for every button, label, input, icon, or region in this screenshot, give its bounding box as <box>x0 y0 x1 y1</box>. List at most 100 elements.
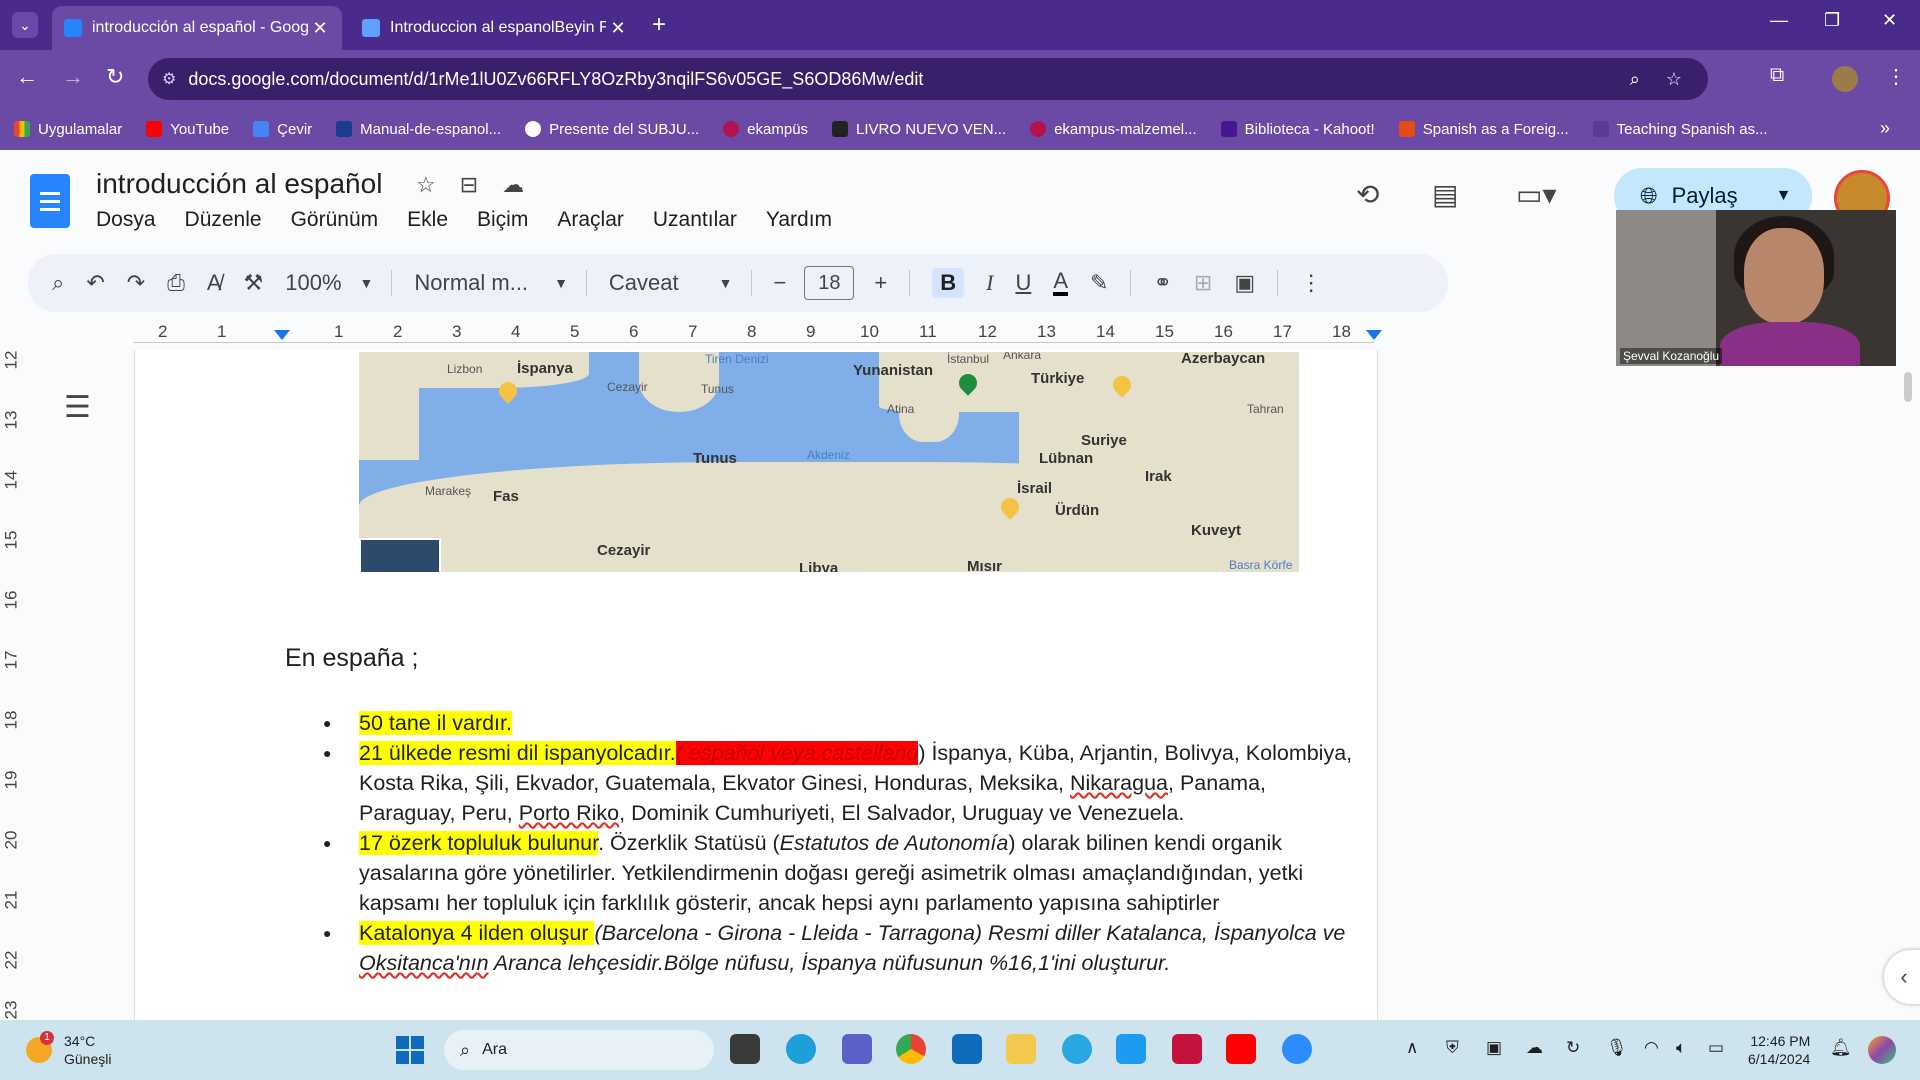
menu-help[interactable]: Yardım <box>766 208 832 232</box>
zoom-dropdown[interactable]: 100% ▼ <box>285 270 373 296</box>
profile-avatar[interactable] <box>1832 66 1858 92</box>
bookmark-youtube[interactable]: YouTube <box>146 121 229 138</box>
bold-icon[interactable]: B <box>932 268 965 298</box>
chevron-down-icon[interactable]: ▼ <box>1776 187 1792 205</box>
sync-icon[interactable]: ↻ <box>1566 1038 1580 1058</box>
notifications-icon[interactable]: 🔔︎ <box>1830 1038 1852 1058</box>
close-window-icon[interactable]: ✕ <box>1882 10 1897 31</box>
edge-icon[interactable] <box>786 1034 816 1064</box>
menu-file[interactable]: Dosya <box>96 208 156 232</box>
search-menus-icon[interactable]: ⌕ <box>52 270 64 296</box>
extensions-icon[interactable]: ⧉ <box>1770 64 1784 87</box>
undo-icon[interactable]: ↶ <box>86 270 104 296</box>
print-icon[interactable]: ⎙ <box>167 270 185 296</box>
text-color-icon[interactable]: A <box>1053 270 1069 296</box>
map-image[interactable]: Lizbon İspanya Cezayir Tunus Tunus Yunan… <box>359 352 1299 572</box>
copilot-icon[interactable] <box>1868 1036 1896 1064</box>
font-dropdown[interactable]: Caveat ▼ <box>609 270 733 296</box>
teams-tray-icon[interactable]: ▣ <box>1486 1038 1502 1058</box>
network-app-icon[interactable]: ☁ <box>1526 1038 1543 1058</box>
teams-icon[interactable] <box>842 1034 872 1064</box>
site-info-icon[interactable]: ⚙ <box>162 69 176 89</box>
right-indent-marker[interactable] <box>1366 330 1382 340</box>
store-icon[interactable] <box>952 1034 982 1064</box>
address-bar[interactable]: ⚙ docs.google.com/document/d/1rMe1lU0Zv6… <box>148 58 1708 100</box>
italic-icon[interactable]: I <box>986 270 993 296</box>
battery-icon[interactable]: ▭ <box>1708 1038 1724 1058</box>
menu-view[interactable]: Görünüm <box>291 208 379 232</box>
bookmark-ekampus[interactable]: ekampüs <box>723 121 808 138</box>
bookmark-star-icon[interactable]: ☆ <box>1666 69 1682 90</box>
scrollbar-thumb[interactable] <box>1904 372 1912 402</box>
highlight-color-icon[interactable]: ✎ <box>1090 270 1108 296</box>
bookmark-ekampus-malzeme[interactable]: ekampus-malzemel... <box>1030 121 1197 138</box>
wifi-icon[interactable]: ◠ <box>1644 1038 1659 1058</box>
menu-format[interactable]: Biçim <box>477 208 528 232</box>
style-dropdown[interactable]: Normal m... ▼ <box>414 270 568 296</box>
side-panel-toggle-icon[interactable]: ‹ <box>1884 950 1920 1004</box>
left-indent-marker[interactable] <box>274 330 290 340</box>
font-size-input[interactable]: 18 <box>804 266 855 300</box>
move-folder-icon[interactable]: ⊟ <box>460 172 478 198</box>
microphone-icon[interactable]: 🎙︎ <box>1606 1038 1628 1058</box>
new-tab-button[interactable]: + <box>652 12 666 38</box>
bookmark-presente[interactable]: Presente del SUBJU... <box>525 121 699 138</box>
insert-link-icon[interactable]: ⚭ <box>1153 270 1171 296</box>
tab-search-button[interactable]: ⌄ <box>12 12 38 38</box>
cloud-status-icon[interactable]: ☁ <box>502 172 524 198</box>
close-tab-icon[interactable]: ✕ <box>606 18 630 39</box>
browser-menu-icon[interactable]: ⋮ <box>1886 64 1906 89</box>
restore-icon[interactable]: ❐ <box>1824 10 1840 31</box>
zoom-icon[interactable] <box>1282 1034 1312 1064</box>
docs-logo-icon[interactable] <box>30 174 70 228</box>
twitter-icon[interactable] <box>1116 1034 1146 1064</box>
task-view-icon[interactable] <box>730 1034 760 1064</box>
bookmark-kahoot[interactable]: Biblioteca - Kahoot! <box>1220 121 1375 138</box>
underline-icon[interactable]: U <box>1015 270 1031 296</box>
paint-format-icon[interactable]: ⚒ <box>244 270 264 296</box>
tab-introduccion[interactable]: Introduccion al espanolBeyin Fı ✕ <box>350 6 640 50</box>
menu-tools[interactable]: Araçlar <box>557 208 624 232</box>
document-title[interactable]: introducción al español <box>96 168 382 200</box>
more-options-icon[interactable]: ⋮ <box>1300 270 1322 296</box>
menu-insert[interactable]: Ekle <box>407 208 448 232</box>
back-icon[interactable]: ← <box>16 64 38 90</box>
horizontal-ruler[interactable]: 2 1 1 2 3 4 5 6 7 8 9 10 11 12 13 14 15 … <box>134 322 1382 346</box>
weather-widget[interactable]: 1 34°C Güneşli <box>26 1031 111 1068</box>
minimize-icon[interactable]: — <box>1770 10 1788 31</box>
more-bookmarks-icon[interactable]: » <box>1880 118 1890 139</box>
comments-icon[interactable]: ▤ <box>1432 178 1458 211</box>
bookmark-translate[interactable]: Çevir <box>253 121 312 138</box>
defender-icon[interactable]: ⛨ <box>1446 1038 1459 1058</box>
document-outline-icon[interactable]: ☰ <box>64 390 91 425</box>
menu-extensions[interactable]: Uzantılar <box>653 208 737 232</box>
forward-icon[interactable]: → <box>62 64 84 90</box>
file-explorer-icon[interactable] <box>1006 1034 1036 1064</box>
decrease-font-size-icon[interactable]: − <box>774 270 787 296</box>
reload-icon[interactable]: ↻ <box>106 64 124 90</box>
menu-edit[interactable]: Düzenle <box>185 208 262 232</box>
volume-icon[interactable]: 🔈︎ <box>1676 1038 1686 1058</box>
bookmark-apps[interactable]: Uygulamalar <box>14 121 122 138</box>
document-page[interactable]: Lizbon İspanya Cezayir Tunus Tunus Yunan… <box>134 350 1378 1020</box>
bookmark-teaching-spanish[interactable]: Teaching Spanish as... <box>1592 121 1768 138</box>
chrome-icon[interactable] <box>896 1034 926 1064</box>
app-icon[interactable] <box>1062 1034 1092 1064</box>
meet-icon[interactable]: ▭▾ <box>1516 178 1557 211</box>
system-clock[interactable]: 12:46 PM 6/14/2024 <box>1748 1032 1810 1068</box>
chevron-up-icon[interactable]: ∧ <box>1406 1038 1418 1058</box>
insert-image-icon[interactable]: ▣ <box>1234 270 1255 296</box>
close-tab-icon[interactable]: ✕ <box>308 18 332 39</box>
tab-docs[interactable]: introducción al español - Googl ✕ <box>52 6 342 50</box>
taskbar-search[interactable]: ⌕ Ara <box>444 1030 714 1070</box>
bookmark-spanish-foreign[interactable]: Spanish as a Foreig... <box>1398 121 1569 138</box>
start-button[interactable] <box>396 1036 424 1064</box>
youtube-icon[interactable] <box>1226 1034 1256 1064</box>
increase-font-size-icon[interactable]: + <box>874 270 887 296</box>
add-comment-icon[interactable]: ⊞ <box>1194 270 1212 296</box>
bookmark-manual[interactable]: Manual-de-espanol... <box>336 121 501 138</box>
satellite-toggle[interactable] <box>359 538 441 572</box>
star-icon[interactable]: ☆ <box>416 172 436 198</box>
redo-icon[interactable]: ↷ <box>127 270 145 296</box>
mcafee-icon[interactable] <box>1172 1034 1202 1064</box>
